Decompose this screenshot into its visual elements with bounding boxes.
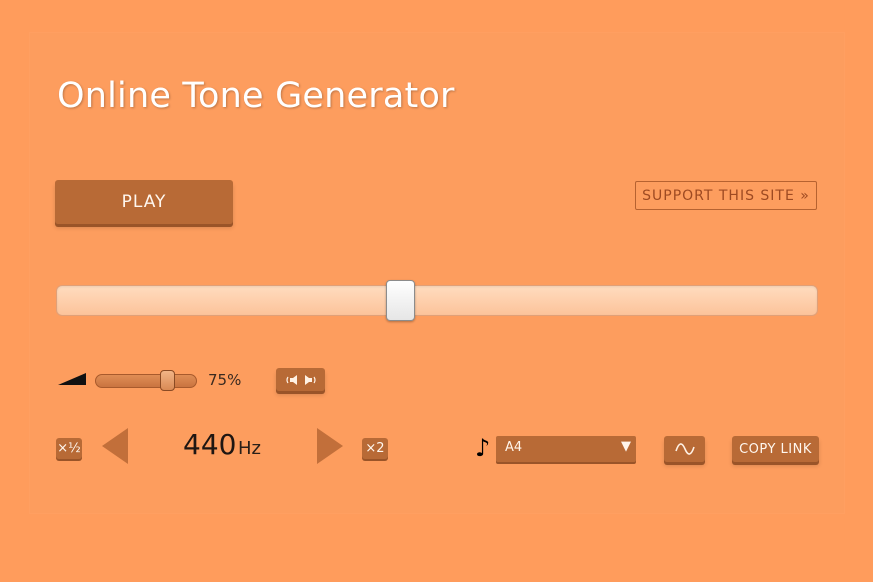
waveform-button[interactable]: [664, 436, 705, 462]
play-button[interactable]: PLAY: [55, 180, 233, 224]
increase-frequency-arrow-icon[interactable]: [317, 428, 343, 464]
double-frequency-button[interactable]: ×2: [362, 438, 388, 459]
note-select-value: A4: [505, 440, 523, 455]
chevron-down-icon: ▼: [621, 439, 631, 454]
volume-slider-track[interactable]: [95, 374, 197, 388]
support-site-button[interactable]: SUPPORT THIS SITE »: [635, 181, 817, 210]
frequency-slider-thumb[interactable]: [386, 280, 415, 321]
balance-button[interactable]: [276, 368, 325, 391]
frequency-unit: Hz: [238, 438, 261, 459]
sine-wave-icon: [674, 443, 695, 455]
frequency-slider-track[interactable]: [56, 285, 818, 316]
page-title: Online Tone Generator: [57, 76, 455, 116]
note-select[interactable]: A4 ▼: [496, 436, 636, 462]
copy-link-button[interactable]: COPY LINK: [732, 436, 819, 462]
volume-wedge-icon: [58, 373, 86, 385]
music-note-icon: ♪: [475, 434, 491, 462]
speaker-balance-icon: [285, 374, 316, 385]
frequency-value[interactable]: 440: [183, 428, 236, 461]
halve-frequency-button[interactable]: ×½: [56, 438, 82, 459]
volume-percent: 75%: [208, 371, 242, 389]
decrease-frequency-arrow-icon[interactable]: [102, 428, 128, 464]
volume-slider-thumb[interactable]: [160, 370, 175, 391]
